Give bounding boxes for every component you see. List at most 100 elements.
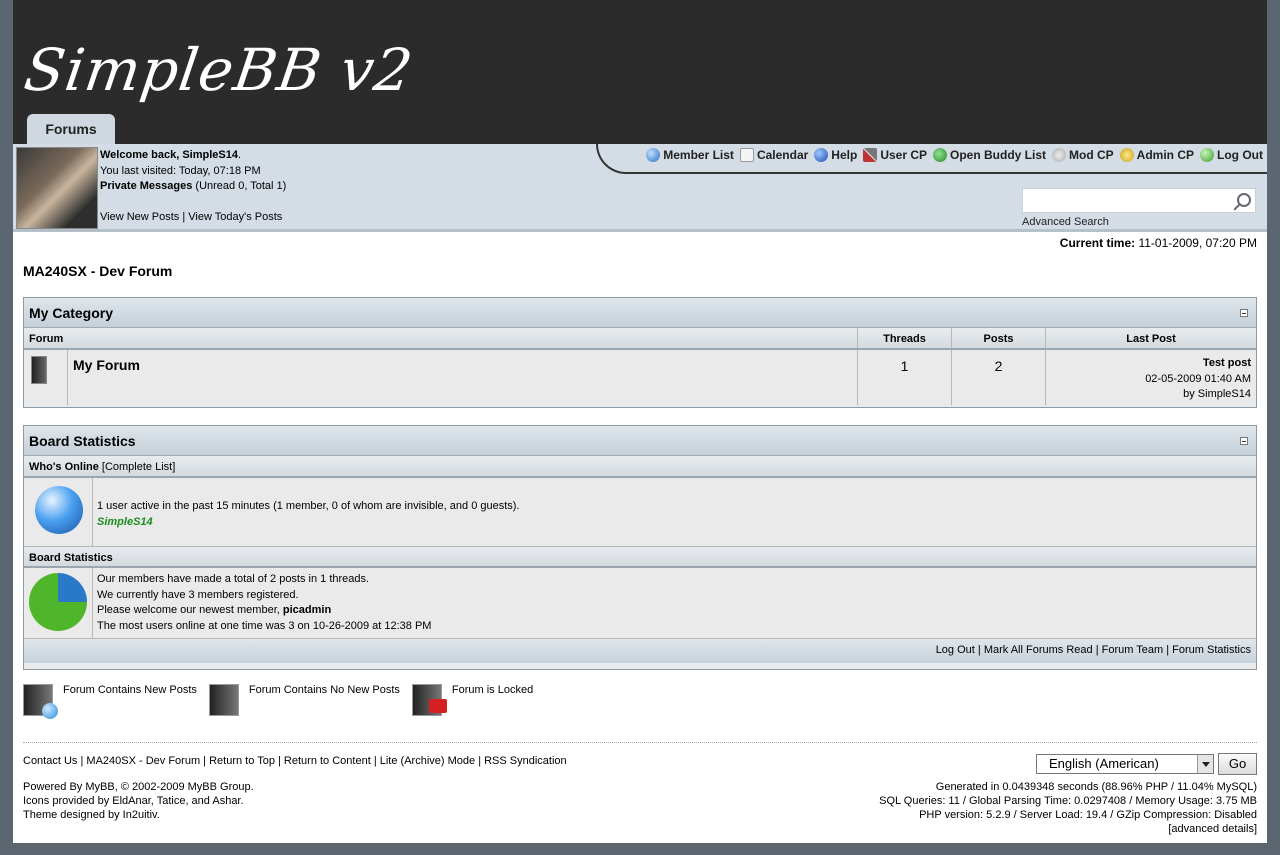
- board-title: MA240SX - Dev Forum: [23, 263, 173, 279]
- category-header: My Category: [24, 298, 1256, 328]
- separator: |: [203, 755, 207, 767]
- separator: |: [80, 755, 84, 767]
- folder-locked-icon: [411, 684, 447, 716]
- nav-label: Calendar: [756, 148, 809, 162]
- debug-line: PHP version: 5.2.9 / Server Load: 19.4 /…: [919, 809, 1257, 821]
- nav-member-list[interactable]: Member List: [646, 148, 734, 162]
- folder-new-icon: [23, 684, 58, 719]
- nav-user-cp[interactable]: User CP: [863, 148, 927, 162]
- collapse-icon[interactable]: [1240, 309, 1248, 317]
- welcome-block: Welcome back, SimpleS14. You last visite…: [100, 148, 286, 225]
- welcome-suffix: .: [237, 149, 242, 161]
- contact-us-link[interactable]: Contact Us: [23, 755, 77, 767]
- powered-line: Powered By MyBB, © 2002-2009 MyBB Group.: [23, 781, 254, 793]
- separator: |: [1095, 644, 1099, 656]
- nav-help[interactable]: Help: [814, 148, 857, 162]
- debug-line: SQL Queries: 11 / Global Parsing Time: 0…: [879, 795, 1257, 807]
- online-summary: 1 user active in the past 15 minutes (1 …: [97, 500, 520, 512]
- nav-label: Open Buddy List: [950, 148, 1046, 162]
- help-icon: [814, 148, 829, 162]
- tab-forums[interactable]: Forums: [27, 114, 115, 144]
- nav-calendar[interactable]: Calendar: [739, 148, 809, 162]
- advanced-search-link[interactable]: Advanced Search: [1022, 216, 1109, 228]
- stats-line: The most users online at one time was 3 …: [97, 619, 432, 632]
- board-stats-text: Our members have made a total of 2 posts…: [93, 568, 1256, 638]
- site-logo[interactable]: SimpleBB v2: [20, 36, 417, 104]
- chevron-down-icon[interactable]: [1197, 755, 1213, 773]
- whos-online-label[interactable]: Who's Online: [29, 461, 99, 473]
- tools-icon: [863, 148, 878, 162]
- forum-stats-link[interactable]: Forum Statistics: [1172, 644, 1251, 656]
- newest-member-link[interactable]: picadmin: [283, 604, 331, 616]
- nav-label: Admin CP: [1136, 148, 1195, 162]
- forum-name[interactable]: My Forum: [68, 350, 858, 405]
- nav-links: Member List Calendar Help User CP Open B…: [646, 148, 1263, 162]
- complete-list-link[interactable]: [Complete List]: [102, 461, 175, 473]
- lastpost-author[interactable]: by SimpleS14: [1046, 387, 1251, 403]
- nav-mod-cp[interactable]: Mod CP: [1052, 148, 1114, 162]
- mark-read-link[interactable]: Mark All Forums Read: [984, 644, 1093, 656]
- return-top-link[interactable]: Return to Top: [209, 755, 275, 767]
- user-bar: Welcome back, SimpleS14. You last visite…: [13, 144, 1267, 232]
- language-select[interactable]: English (American): [1036, 754, 1214, 774]
- advanced-details-link[interactable]: [advanced details]: [879, 822, 1257, 836]
- search-input[interactable]: [1022, 188, 1256, 213]
- rss-link[interactable]: RSS Syndication: [484, 755, 567, 767]
- footer-logout-link[interactable]: Log Out: [936, 644, 975, 656]
- pm-label[interactable]: Private Messages: [100, 180, 192, 192]
- separator: |: [278, 755, 281, 767]
- footer-divider: [23, 742, 1257, 743]
- legend-locked: Forum is Locked: [411, 684, 534, 716]
- nav-label: Help: [831, 148, 858, 162]
- home-link[interactable]: MA240SX - Dev Forum: [86, 755, 200, 767]
- current-time-label: Current time:: [1059, 236, 1136, 250]
- separator: |: [478, 755, 482, 767]
- globe-icon: [646, 148, 661, 162]
- nav-log-out[interactable]: Log Out: [1200, 148, 1263, 162]
- category-title[interactable]: My Category: [29, 305, 113, 321]
- nav-label: Member List: [663, 148, 734, 162]
- board-stats-row: Our members have made a total of 2 posts…: [24, 568, 1256, 638]
- online-icon-cell: [24, 478, 93, 546]
- welcome-username[interactable]: SimpleS14: [182, 149, 238, 161]
- view-new-posts-link[interactable]: View New Posts: [100, 211, 179, 223]
- separator: |: [373, 755, 377, 767]
- category-columns: Forum Threads Posts Last Post: [24, 328, 1256, 350]
- lastpost-title[interactable]: Test post: [1046, 356, 1251, 372]
- forum-threads: 1: [858, 350, 952, 405]
- return-content-link[interactable]: Return to Content: [284, 755, 371, 767]
- archive-mode-link[interactable]: Lite (Archive) Mode: [380, 755, 475, 767]
- online-user-link[interactable]: SimpleS14: [97, 515, 1256, 531]
- legend-locked-label: Forum is Locked: [451, 684, 534, 696]
- go-button[interactable]: Go: [1218, 753, 1257, 775]
- current-time: Current time: 11-01-2009, 07:20 PM: [1060, 236, 1257, 250]
- legend-new-label: Forum Contains New Posts: [63, 684, 197, 696]
- board-stats-subheader: Board Statistics: [24, 546, 1256, 568]
- avatar[interactable]: [16, 147, 98, 229]
- legend-nonew-label: Forum Contains No New Posts: [248, 684, 400, 696]
- nav-label: Log Out: [1217, 148, 1263, 162]
- nav-admin-cp[interactable]: Admin CP: [1119, 148, 1195, 162]
- forum-team-link[interactable]: Forum Team: [1102, 644, 1164, 656]
- pm-counts: (Unread 0, Total 1): [195, 180, 287, 192]
- whos-online-header: Who's Online [Complete List]: [24, 456, 1256, 478]
- calendar-icon: [739, 148, 754, 162]
- stats-line: We currently have 3 members registered.: [97, 588, 299, 601]
- col-forum: Forum: [24, 328, 858, 348]
- search-icon[interactable]: [1237, 193, 1251, 207]
- separator: |: [182, 210, 186, 223]
- online-text-cell: 1 user active in the past 15 minutes (1 …: [93, 478, 1256, 546]
- welcome-prefix: Welcome back,: [100, 149, 180, 161]
- lastpost-date: 02-05-2009 01:40 AM: [1145, 372, 1251, 385]
- view-today-posts-link[interactable]: View Today's Posts: [188, 211, 282, 223]
- collapse-icon[interactable]: [1240, 437, 1248, 445]
- mod-icon: [1052, 148, 1066, 162]
- separator: |: [1166, 644, 1170, 656]
- stats-footer-links: Log Out | Mark All Forums Read | Forum T…: [24, 638, 1256, 663]
- forum-lastpost: Test post 02-05-2009 01:40 AM by SimpleS…: [1046, 350, 1256, 405]
- nav-panel: Member List Calendar Help User CP Open B…: [596, 144, 1267, 174]
- nav-buddy-list[interactable]: Open Buddy List: [933, 148, 1046, 162]
- separator: |: [977, 644, 981, 656]
- forum-posts: 2: [952, 350, 1046, 405]
- logout-icon: [1200, 148, 1215, 162]
